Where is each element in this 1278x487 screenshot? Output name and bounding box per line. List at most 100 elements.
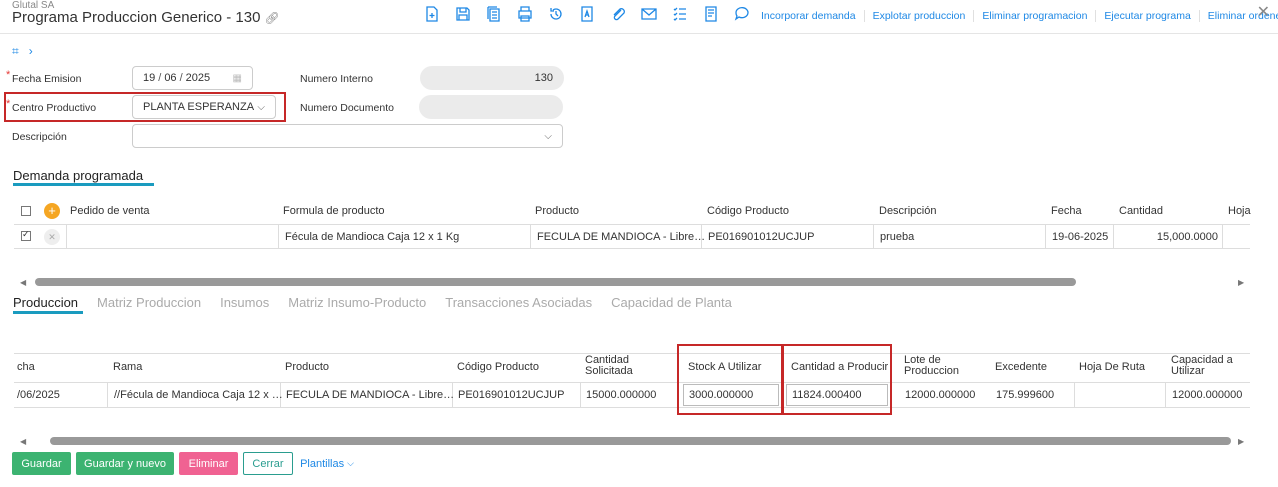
cell-divider [66,225,67,248]
col-codigo-producto: Código Producto [707,205,789,217]
explotar-produccion-button[interactable]: Explotar produccion [863,10,974,22]
tab-capacidad-planta[interactable]: Capacidad de Planta [611,295,732,310]
numero-documento-field[interactable] [419,95,563,119]
guardar-y-nuevo-button[interactable]: Guardar y nuevo [76,452,174,475]
email-icon[interactable] [633,5,664,23]
plantillas-label: Plantillas [300,457,345,470]
notes-icon[interactable] [695,5,726,23]
chevron-down-icon: ⌵ [257,101,265,113]
history-icon[interactable] [540,5,571,23]
required-marker: * [6,69,11,81]
select-all-checkbox[interactable] [21,206,31,219]
tab-produccion[interactable]: Produccion [13,295,78,310]
col-cantidad-solicitada: Cantidad Solicitada [585,355,633,377]
cell-divider [1045,225,1046,248]
col-cantidad-solicitada-line2: Solicitada [585,365,633,377]
cell-rama: //Fécula de Mandioca Caja 12 x … [114,389,283,401]
cell-formula: Fécula de Mandioca Caja 12 x 1 Kg [285,231,460,243]
fecha-emision-field[interactable]: 19 / 06 / 2025 ▦ [132,66,253,90]
numero-interno-value: 130 [534,72,553,84]
fecha-emision-label-text: Fecha Emision [12,73,82,85]
col-producto: Producto [285,361,330,373]
tab-transacciones-asociadas[interactable]: Transacciones Asociadas [445,295,592,310]
col-descripcion: Descripción [879,205,937,217]
scroll-right-icon[interactable]: ▶ [1238,278,1244,287]
ejecutar-programa-button[interactable]: Ejecutar programa [1095,10,1198,22]
numero-interno-field: 130 [420,66,564,90]
date-separator: / [158,72,162,84]
col-fecha: cha [17,361,35,373]
tab-insumos[interactable]: Insumos [220,295,269,310]
cell-capacidad: 12000.000000 [1172,389,1243,401]
demanda-scrollbar[interactable] [35,278,1076,286]
text-icon[interactable] [571,5,602,23]
tag-icon[interactable]: ⌗ [12,44,19,59]
cell-excedente: 175.999600 [996,389,1055,401]
incorporar-demanda-button[interactable]: Incorporar demanda [753,10,864,22]
eliminar-button[interactable]: Eliminar [179,452,238,475]
print-icon[interactable] [509,5,540,23]
guardar-button[interactable]: Guardar [12,452,71,475]
cell-divider [530,225,531,248]
produccion-scrollbar[interactable] [50,437,1231,445]
cell-divider [1165,383,1166,407]
centro-productivo-label-text: Centro Productivo [12,102,97,114]
cell-descripcion: prueba [880,231,915,243]
cerrar-button[interactable]: Cerrar [243,452,293,475]
add-icon[interactable]: + [44,203,60,219]
col-codigo-producto: Código Producto [457,361,539,373]
col-cantidad: Cantidad [1119,205,1164,217]
required-marker: * [6,98,11,110]
new-document-icon[interactable] [416,5,447,23]
scroll-left-icon[interactable]: ◀ [20,437,26,446]
toolbar-actions: Incorporar demanda Explotar produccion E… [753,7,1278,25]
cell-divider [580,383,581,407]
cell-cantidad-solicitada: 15000.000000 [586,389,657,401]
active-tab-underline [13,311,83,314]
cell-producto: FECULA DE MANDIOCA - Libre… [286,389,455,401]
row-checkbox[interactable] [21,229,31,244]
tab-matriz-insumo-producto[interactable]: Matriz Insumo-Producto [288,295,426,310]
page-title: Programa Produccion Generico - 130 🔗︎ [12,9,280,26]
fecha-month: 06 [164,72,177,84]
scroll-left-icon[interactable]: ◀ [20,278,26,287]
chevron-down-icon: ⌵ [544,130,552,142]
checklist-icon[interactable] [664,5,695,23]
plantillas-dropdown[interactable]: Plantillas ⌵ [297,452,357,475]
cell-codigo: PE016901012UCJUP [708,231,815,243]
demanda-title-underline [13,183,154,186]
cell-divider [278,225,279,248]
cell-codigo: PE016901012UCJUP [458,389,565,401]
centro-productivo-select[interactable]: PLANTA ESPERANZA ⌵ [132,95,276,119]
descripcion-select[interactable]: ⌵ [132,124,563,148]
cell-fecha: /06/2025 [17,389,60,401]
cell-divider [1074,383,1075,407]
col-capacidad-utilizar: Capacidad a Utilizar [1171,355,1233,377]
tag-row: ⌗ › [12,44,33,59]
cell-divider [1222,225,1223,248]
link-icon[interactable]: 🔗︎ [264,11,279,25]
fecha-emision-label: * Fecha Emision [6,69,82,85]
tab-matriz-produccion[interactable]: Matriz Produccion [97,295,201,310]
tabs-bar: Produccion Matriz Produccion Insumos Mat… [13,295,732,310]
calendar-icon[interactable]: ▦ [233,73,242,84]
col-producto: Producto [535,205,580,217]
remove-row-icon[interactable]: ✕ [44,229,60,245]
chevron-down-icon: ⌵ [347,458,354,468]
close-icon[interactable]: ✕ [1257,2,1270,22]
scroll-right-icon[interactable]: ▶ [1238,437,1244,446]
centro-productivo-value: PLANTA ESPERANZA [143,101,255,113]
cantidad-producir-highlight [782,344,892,415]
attach-icon[interactable] [602,5,633,23]
cell-divider [873,225,874,248]
cell-producto: FECULA DE MANDIOCA - Libre… [537,231,706,243]
col-lote-produccion: Lote de Produccion [904,355,959,377]
eliminar-programacion-button[interactable]: Eliminar programacion [973,10,1095,22]
header-divider [0,33,1278,34]
col-rama: Rama [113,361,143,373]
fecha-day: 19 [143,72,156,84]
save-icon[interactable] [447,5,478,23]
copy-icon[interactable] [478,5,509,23]
cell-fecha: 19-06-2025 [1052,231,1109,243]
chevron-right-icon[interactable]: › [29,44,33,59]
